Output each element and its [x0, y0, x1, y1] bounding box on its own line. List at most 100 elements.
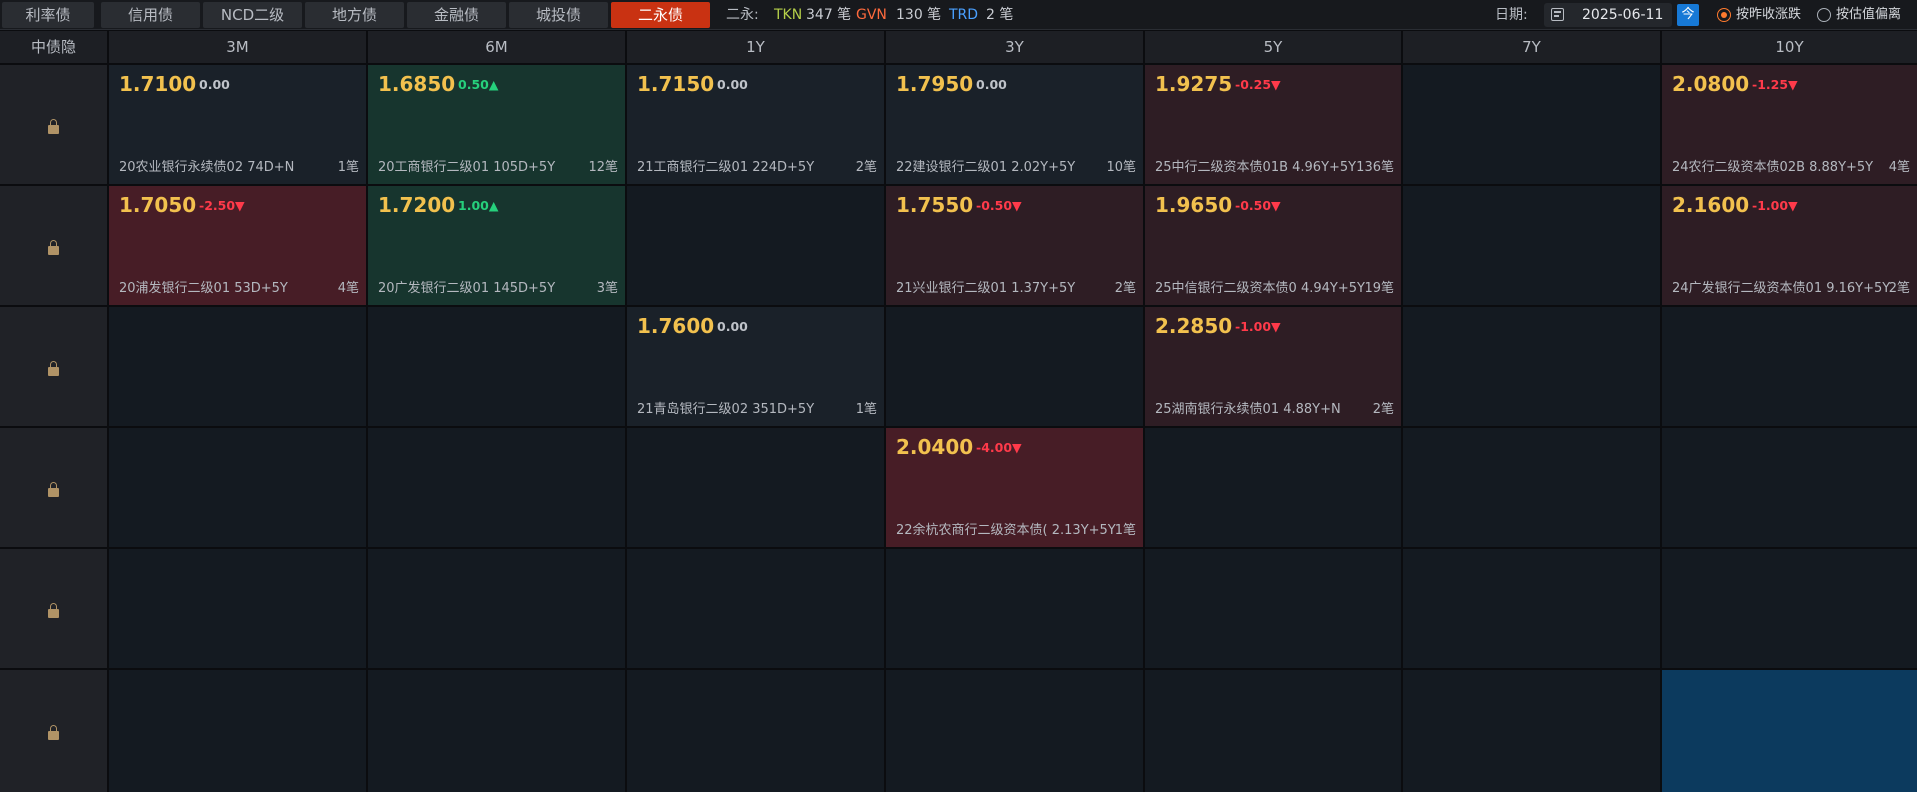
empty-cell[interactable] [1662, 307, 1917, 426]
today-button[interactable]: 今 [1677, 4, 1699, 26]
empty-cell[interactable] [1662, 549, 1917, 668]
empty-cell[interactable] [368, 307, 625, 426]
stats-prefix: 二永: [726, 7, 759, 23]
bond-name[interactable]: 24广发银行二级资本债01 9.16Y+5Y [1672, 277, 1890, 296]
empty-cell[interactable] [1145, 670, 1401, 792]
option-valuation-deviation-label[interactable]: 按估值偏离 [1836, 0, 1901, 30]
yield-value: 1.7550 [896, 193, 974, 217]
empty-cell[interactable] [368, 670, 625, 792]
quote-cell[interactable]: 1.7200 1.00▲ 20广发银行二级01 145D+5Y 3笔 [368, 186, 625, 305]
yield-change: -4.00▼ [976, 440, 1022, 455]
empty-cell[interactable] [368, 549, 625, 668]
header-tenor-1y[interactable]: 1Y [627, 31, 884, 63]
tab-ncd-secondary[interactable]: NCD二级 [203, 2, 302, 28]
quote-cell[interactable]: 2.1600 -1.00▼ 24广发银行二级资本债01 9.16Y+5Y 2笔 [1662, 186, 1917, 305]
yield-change: 0.00 [717, 77, 748, 92]
bond-name[interactable]: 25湖南银行永续债01 4.88Y+N [1155, 398, 1341, 417]
empty-cell[interactable] [368, 428, 625, 547]
empty-cell[interactable] [627, 549, 884, 668]
tab-rate-bonds[interactable]: 利率债 [2, 2, 94, 28]
bond-name[interactable]: 20广发银行二级01 145D+5Y [378, 277, 555, 296]
quote-cell[interactable]: 1.7150 0.00 21工商银行二级01 224D+5Y 2笔 [627, 65, 884, 184]
date-picker[interactable]: 2025-06-11 [1544, 3, 1672, 27]
yield-change: -1.00▼ [1235, 319, 1281, 334]
quote-cell[interactable]: 1.7600 0.00 21青岛银行二级02 351D+5Y 1笔 [627, 307, 884, 426]
trade-count: 19笔 [1364, 281, 1394, 296]
bond-name[interactable]: 22余杭农商行二级资本债( 2.13Y+5Y [896, 519, 1116, 538]
header-tenor-6m[interactable]: 6M [368, 31, 625, 63]
bond-name[interactable]: 21青岛银行二级02 351D+5Y [637, 398, 814, 417]
lock-icon[interactable] [48, 725, 59, 740]
radio-prev-close-change[interactable] [1717, 8, 1731, 22]
yield-value: 2.2850 [1155, 314, 1233, 338]
quote-cell[interactable]: 2.0800 -1.25▼ 24农行二级资本债02B 8.88Y+5Y 4笔 [1662, 65, 1917, 184]
empty-cell[interactable] [1403, 186, 1660, 305]
lock-icon[interactable] [48, 602, 59, 618]
empty-cell[interactable] [1662, 428, 1917, 547]
yield-value: 1.7950 [896, 72, 974, 96]
bond-name[interactable]: 21兴业银行二级01 1.37Y+5Y [896, 277, 1075, 296]
bond-name[interactable]: 20浦发银行二级01 53D+5Y [119, 277, 288, 296]
yield-change: 0.00 [717, 319, 748, 334]
empty-cell[interactable] [627, 186, 884, 305]
quote-cell[interactable]: 1.7050 -2.50▼ 20浦发银行二级01 53D+5Y 4笔 [109, 186, 366, 305]
quote-cell[interactable]: 1.7950 0.00 22建设银行二级01 2.02Y+5Y 10笔 [886, 65, 1143, 184]
quote-cell[interactable]: 2.0400 -4.00▼ 22余杭农商行二级资本债( 2.13Y+5Y 1笔 [886, 428, 1143, 547]
empty-cell[interactable] [1403, 307, 1660, 426]
tab-local-gov-bonds[interactable]: 地方债 [305, 2, 404, 28]
quote-cell[interactable]: 1.7100 0.00 20农业银行永续债02 74D+N 1笔 [109, 65, 366, 184]
tab-urban-investment-bonds[interactable]: 城投债 [509, 2, 608, 28]
empty-cell[interactable] [109, 670, 366, 792]
header-tenor-10y[interactable]: 10Y [1662, 31, 1917, 63]
empty-cell[interactable] [1403, 65, 1660, 184]
empty-cell[interactable] [886, 307, 1143, 426]
empty-cell[interactable] [109, 307, 366, 426]
option-prev-close-change-label[interactable]: 按昨收涨跌 [1736, 0, 1801, 30]
bond-name[interactable]: 21工商银行二级01 224D+5Y [637, 156, 814, 175]
bond-name[interactable]: 22建设银行二级01 2.02Y+5Y [896, 156, 1075, 175]
yield-change: -1.00▼ [1752, 198, 1798, 213]
empty-cell[interactable] [886, 549, 1143, 668]
empty-cell[interactable] [1145, 428, 1401, 547]
header-cbi-implied[interactable]: 中债隐 [0, 31, 107, 63]
bond-name[interactable]: 20工商银行二级01 105D+5Y [378, 156, 555, 175]
tab-tier2-perpetual-bonds[interactable]: 二永债 [611, 2, 710, 28]
empty-cell[interactable] [627, 670, 884, 792]
lock-icon[interactable] [48, 118, 59, 134]
yield-value: 1.6850 [378, 72, 456, 96]
header-tenor-3m[interactable]: 3M [109, 31, 366, 63]
lock-icon[interactable] [48, 481, 59, 497]
empty-cell[interactable] [109, 549, 366, 668]
quote-cell[interactable]: 1.7550 -0.50▼ 21兴业银行二级01 1.37Y+5Y 2笔 [886, 186, 1143, 305]
empty-cell[interactable] [1145, 549, 1401, 668]
tab-credit-bonds[interactable]: 信用债 [101, 2, 200, 28]
empty-cell[interactable] [886, 670, 1143, 792]
bond-name[interactable]: 25中信银行二级资本债0 4.94Y+5Y [1155, 277, 1365, 296]
calendar-icon [1551, 8, 1564, 21]
empty-cell[interactable] [109, 428, 366, 547]
empty-cell[interactable] [627, 428, 884, 547]
yield-value: 2.0400 [896, 435, 974, 459]
empty-cell[interactable] [1403, 428, 1660, 547]
radio-valuation-deviation[interactable] [1817, 8, 1831, 22]
quote-cell[interactable]: 1.6850 0.50▲ 20工商银行二级01 105D+5Y 12笔 [368, 65, 625, 184]
bond-name[interactable]: 20农业银行永续债02 74D+N [119, 156, 294, 175]
quote-cell[interactable]: 1.9275 -0.25▼ 25中行二级资本债01B 4.96Y+5Y 136笔 [1145, 65, 1401, 184]
tab-financial-bonds[interactable]: 金融债 [407, 2, 506, 28]
header-tenor-7y[interactable]: 7Y [1403, 31, 1660, 63]
quote-cell[interactable]: 2.2850 -1.00▼ 25湖南银行永续债01 4.88Y+N 2笔 [1145, 307, 1401, 426]
bond-name[interactable]: 25中行二级资本债01B 4.96Y+5Y [1155, 156, 1356, 175]
header-tenor-5y[interactable]: 5Y [1145, 31, 1401, 63]
yield-value: 1.9275 [1155, 72, 1233, 96]
empty-cell[interactable] [1662, 670, 1917, 792]
yield-value: 1.7600 [637, 314, 715, 338]
bond-name[interactable]: 24农行二级资本债02B 8.88Y+5Y [1672, 156, 1873, 175]
yield-value: 1.7150 [637, 72, 715, 96]
empty-cell[interactable] [1403, 670, 1660, 792]
lock-icon[interactable] [48, 239, 59, 255]
quote-cell[interactable]: 1.9650 -0.50▼ 25中信银行二级资本债0 4.94Y+5Y 19笔 [1145, 186, 1401, 305]
lock-icon[interactable] [48, 360, 59, 376]
empty-cell[interactable] [1403, 549, 1660, 668]
trade-count: 3笔 [596, 281, 618, 296]
header-tenor-3y[interactable]: 3Y [886, 31, 1143, 63]
